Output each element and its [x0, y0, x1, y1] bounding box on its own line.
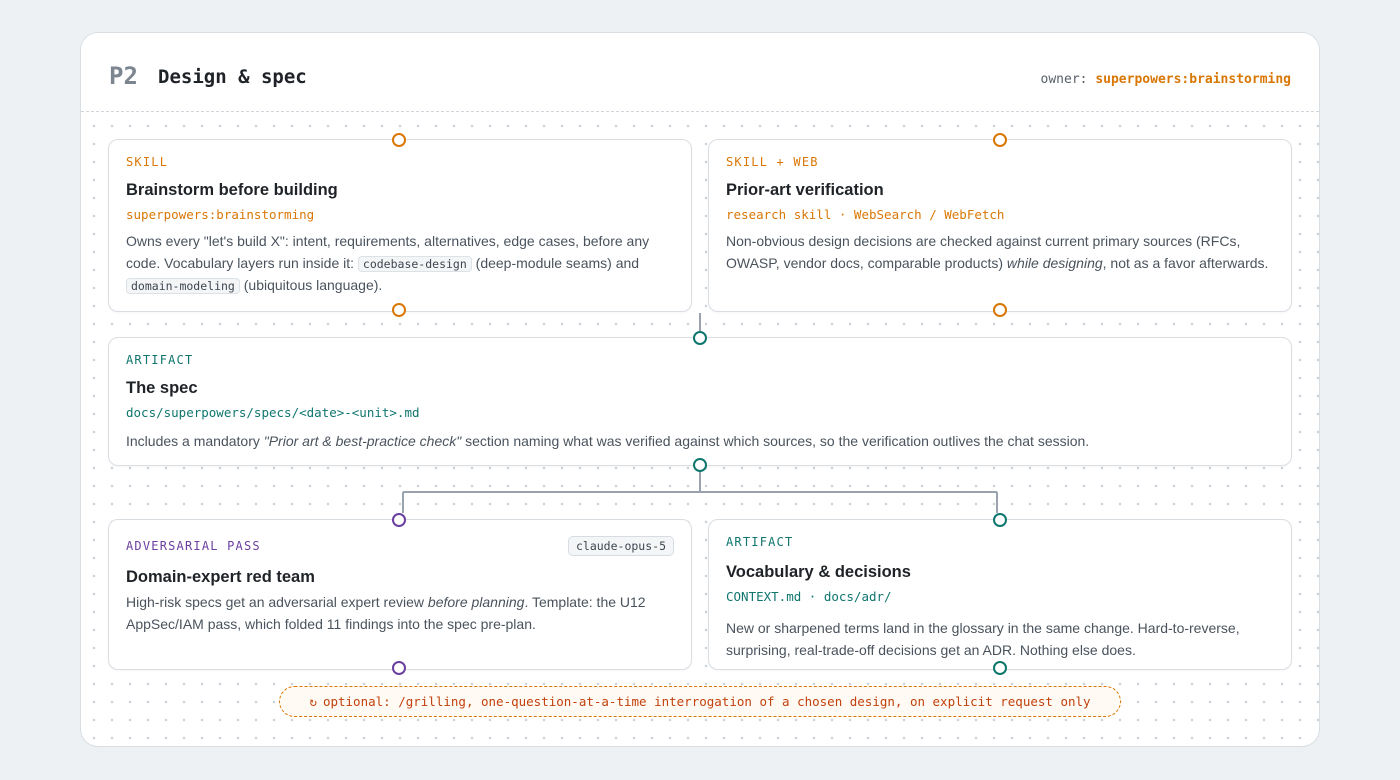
card-title: Brainstorm before building	[126, 181, 338, 199]
body-text: , not as a favor afterwards.	[1102, 254, 1269, 271]
connector-node	[392, 661, 406, 675]
body-emphasis: "Prior art & best-practice check"	[263, 433, 462, 449]
card-subtitle: research skill · WebSearch / WebFetch	[726, 207, 1005, 222]
card-kicker: ARTIFACT	[126, 353, 194, 367]
card-prior-art: SKILL + WEB Prior-art verification resea…	[708, 139, 1292, 312]
card-title: Prior-art verification	[726, 181, 884, 199]
card-spec: ARTIFACT The spec docs/superpowers/specs…	[108, 337, 1292, 466]
owner-value: superpowers:brainstorming	[1095, 72, 1291, 87]
card-kicker: ARTIFACT	[726, 535, 794, 549]
phase-id: P2	[109, 62, 138, 90]
card-body: Non-obvious design decisions are checked…	[726, 231, 1274, 274]
optional-text: optional: /grilling, one-question-at-a-t…	[322, 694, 1091, 709]
connector-node	[993, 661, 1007, 675]
code-domain-modeling: domain-modeling	[126, 278, 240, 294]
connector-node	[993, 303, 1007, 317]
card-body: High-risk specs get an adversarial exper…	[126, 592, 674, 635]
phase-title: Design & spec	[158, 66, 307, 88]
model-badge: claude-opus-5	[567, 536, 674, 556]
owner-line: owner: superpowers:brainstorming	[1041, 72, 1291, 87]
connector-node	[693, 331, 707, 345]
card-kicker: SKILL	[126, 155, 169, 169]
card-body: Includes a mandatory "Prior art & best-p…	[126, 431, 1274, 453]
connector-node	[993, 513, 1007, 527]
optional-grilling-pill: ↻ optional: /grilling, one-question-at-a…	[279, 686, 1121, 717]
connector-node	[993, 133, 1007, 147]
body-text: (ubiquitous language).	[239, 277, 383, 293]
connector-node	[693, 458, 707, 472]
loop-arrow-icon: ↻	[309, 694, 317, 709]
body-text: Includes a mandatory	[126, 433, 264, 449]
card-subtitle: CONTEXT.md · docs/adr/	[726, 589, 892, 604]
phase-header: P2 Design & spec owner: superpowers:brai…	[81, 33, 1319, 112]
card-title: Vocabulary & decisions	[726, 563, 911, 581]
body-emphasis: while designing	[1006, 254, 1103, 271]
card-title: Domain-expert red team	[126, 568, 315, 586]
body-text: High-risk specs get an adversarial exper…	[126, 594, 428, 610]
body-text: section naming what was verified against…	[461, 433, 1090, 449]
card-red-team: ADVERSARIAL PASS claude-opus-5 Domain-ex…	[108, 519, 692, 670]
body-text: (deep-module seams) and	[471, 254, 640, 271]
body-emphasis: before planning	[427, 594, 525, 610]
card-brainstorm: SKILL Brainstorm before building superpo…	[108, 139, 692, 312]
code-codebase-design: codebase-design	[357, 255, 472, 272]
connector-node	[392, 133, 406, 147]
connector-node	[392, 303, 406, 317]
owner-label: owner:	[1040, 72, 1088, 87]
card-body: Owns every "let's build X": intent, requ…	[126, 231, 674, 298]
card-vocabulary: ARTIFACT Vocabulary & decisions CONTEXT.…	[708, 519, 1292, 670]
card-subtitle: docs/superpowers/specs/<date>-<unit>.md	[126, 405, 420, 420]
card-kicker: SKILL + WEB	[726, 155, 819, 169]
card-subtitle: superpowers:brainstorming	[126, 207, 315, 222]
card-title: The spec	[126, 379, 198, 397]
card-body: New or sharpened terms land in the gloss…	[726, 620, 1240, 658]
connector-node	[392, 513, 406, 527]
